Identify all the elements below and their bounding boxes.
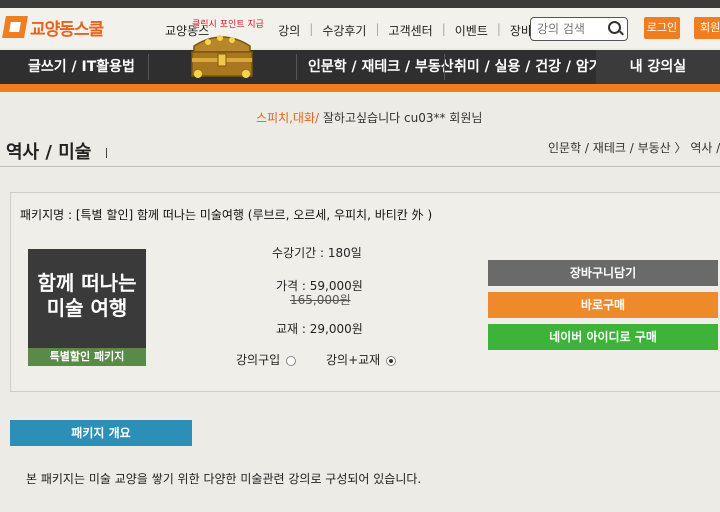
option-lecture-label: 강의구입	[236, 353, 281, 367]
add-to-cart-button[interactable]: 장바구니담기	[488, 260, 718, 286]
thumbnail-title: 함께 떠나는 미술 여행	[28, 271, 146, 321]
tab-package-overview[interactable]: 패키지 개요	[10, 420, 192, 446]
login-button[interactable]: 로그인	[644, 17, 680, 39]
welcome-message: 스피치,대화/ 잘하고싶습니다 cu03** 회원님	[256, 109, 482, 126]
search-box	[530, 17, 628, 41]
nav-item-hobby[interactable]: 취미 / 실용 / 건강 / 암기	[454, 50, 602, 84]
search-input[interactable]	[531, 19, 607, 39]
search-icon[interactable]	[608, 21, 621, 34]
original-price: 165,000원	[290, 293, 351, 307]
welcome-text: 잘하고싶습니다 cu03** 회원님	[322, 111, 483, 125]
breadcrumb[interactable]: 인문학 / 재테크 / 부동산 〉 역사 /	[548, 139, 720, 156]
title-rule	[0, 166, 720, 167]
option-lecture[interactable]: 강의구입	[236, 351, 297, 368]
option-lecture-book-radio[interactable]	[386, 355, 397, 366]
my-lecture-button[interactable]: 내 강의실	[596, 50, 720, 84]
menu-item-reviews[interactable]: 수강후기	[313, 22, 375, 39]
duration-text: 수강기간 : 180일	[272, 246, 362, 260]
thumbnail-title-line1: 함께 떠나는	[37, 271, 137, 295]
naver-purchase-button[interactable]: 네이버 아이디로 구매	[488, 324, 718, 350]
page-title: 역사 / 미술	[6, 142, 92, 163]
title-divider	[106, 148, 107, 158]
nav-separator	[444, 54, 445, 80]
nav-separator	[296, 54, 297, 80]
material-price: 교재 : 29,000원	[276, 322, 363, 336]
menu-item-event[interactable]: 이벤트	[446, 22, 497, 39]
package-name: 패키지명 : [특별 할인] 함께 떠나는 미술여행 (루브르, 오르세, 우피…	[20, 208, 433, 222]
option-lecture-book-label: 강의+교재	[326, 353, 381, 367]
nav-accent-bar	[0, 84, 720, 92]
treasure-chest-icon[interactable]	[186, 28, 258, 80]
chest-promo-label: 클릭시 포인트 지급	[192, 20, 264, 30]
welcome-highlight: 스피치,대화/	[256, 111, 320, 125]
site-logo[interactable]: 교양동스쿨	[30, 15, 104, 40]
thumbnail-badge: 특별할인 패키지	[28, 348, 146, 366]
package-thumbnail: 함께 떠나는 미술 여행 특별할인 패키지	[28, 249, 146, 366]
thumbnail-title-line2: 미술 여행	[46, 296, 128, 320]
nav-separator	[148, 54, 149, 80]
option-lecture-book[interactable]: 강의+교재	[326, 351, 397, 368]
top-strip	[0, 0, 720, 8]
option-lecture-radio[interactable]	[286, 355, 297, 366]
logo-icon[interactable]	[2, 16, 28, 38]
buy-now-button[interactable]: 바로구매	[488, 292, 718, 318]
menu-item-support[interactable]: 고객센터	[380, 22, 442, 39]
join-button[interactable]: 회원	[694, 17, 720, 39]
nav-item-humanities[interactable]: 인문학 / 재테크 / 부동산	[308, 50, 454, 84]
package-description: 본 패키지는 미술 교양을 쌓기 위한 다양한 미술관련 강의로 구성되어 있습…	[26, 472, 422, 486]
nav-item-writing-it[interactable]: 글쓰기 / IT활용법	[28, 50, 135, 84]
